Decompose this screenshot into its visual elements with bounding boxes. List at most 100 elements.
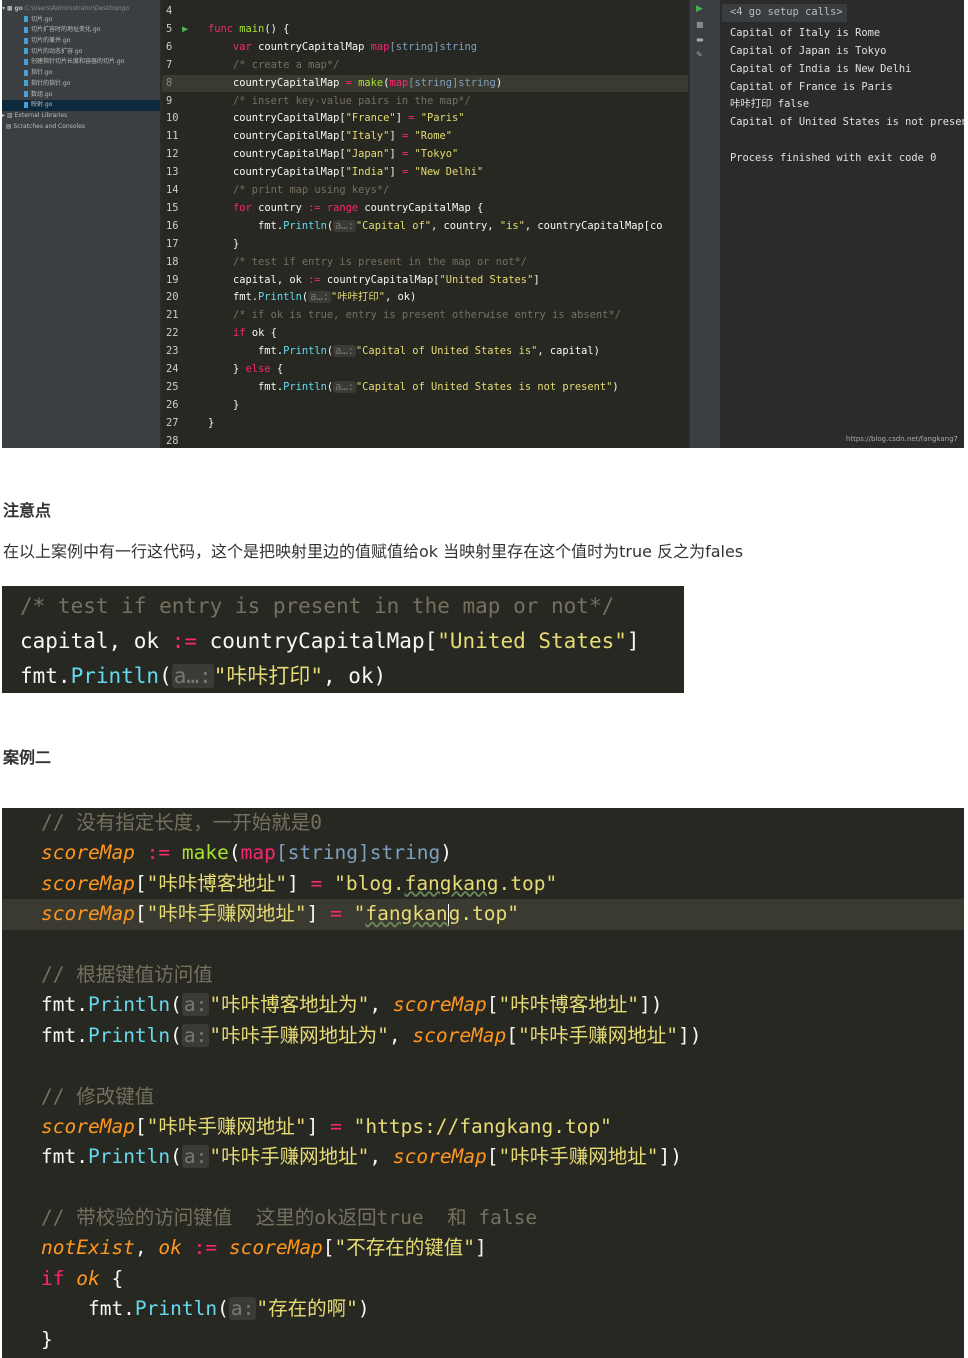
comment-token: // 修改键值 xyxy=(41,1084,155,1108)
keyword-token: := range xyxy=(308,201,365,214)
output-line: 咔咔打印 false xyxy=(730,98,810,111)
code-token: [ xyxy=(322,1236,335,1260)
output-line: Capital of France is Paris xyxy=(730,80,893,93)
line-number: 16 xyxy=(166,219,179,232)
line-number: 10 xyxy=(166,112,179,125)
line-number: 13 xyxy=(166,166,179,179)
file-name: 指针.go xyxy=(31,69,53,77)
string-token: "咔咔博客地址" xyxy=(498,993,640,1017)
code-token: ) xyxy=(495,76,503,89)
keyword-token: = xyxy=(345,76,359,89)
param-hint: a…: xyxy=(308,291,331,304)
string-token: fangkan xyxy=(365,902,448,926)
tree-external-libraries[interactable]: ▸ ▥ External Libraries xyxy=(2,111,160,122)
code-line: // 修改键值 xyxy=(2,1082,964,1112)
file-name: 切片的兼并.go xyxy=(31,37,71,45)
code-token: fmt. xyxy=(41,993,88,1017)
tree-file[interactable]: 创建指针切片长度和容器的切片.go xyxy=(2,57,160,68)
param-hint: a: xyxy=(181,1023,210,1047)
param-hint: a…: xyxy=(333,345,356,358)
tree-file[interactable]: 切片的兼并.go xyxy=(2,36,160,47)
variable-token: scoreMap xyxy=(41,902,135,926)
tree-file[interactable]: 切片扩容时的地址变化.go xyxy=(2,25,160,36)
file-name: 指针的指针.go xyxy=(31,79,71,87)
comment-token: /* print map using keys*/ xyxy=(233,184,390,196)
fold-setup-calls[interactable]: <4 go setup calls> xyxy=(722,4,847,22)
variable-token: scoreMap xyxy=(41,871,135,895)
line-number: 25 xyxy=(166,380,179,393)
pin-icon[interactable]: ✎ xyxy=(690,44,720,59)
variable-token: scoreMap xyxy=(41,1114,135,1138)
string-token: "Capital of United States is not present… xyxy=(355,380,613,393)
code-example-two: // 没有指定长度，一开始就是0 scoreMap := make(map[str… xyxy=(2,808,964,1358)
line-number: 23 xyxy=(166,345,179,358)
type-token: [string]string xyxy=(389,40,478,53)
file-name: 切片扩容时的地址变化.go xyxy=(31,26,101,34)
run-gutter-icon[interactable]: ▶ xyxy=(182,23,188,35)
code-token: fmt. xyxy=(208,380,284,393)
code-line: 6 var countryCapitalMap map[string]strin… xyxy=(162,39,688,57)
run-icon[interactable]: ▶ xyxy=(690,0,720,14)
keyword-token: := xyxy=(146,841,182,865)
code-line: 9 /* insert key-value pairs in the map*/ xyxy=(162,93,688,111)
tree-file[interactable]: 指针的指针.go xyxy=(2,79,160,90)
code-token: fmt. xyxy=(41,1023,88,1047)
go-file-icon xyxy=(24,48,28,55)
tree-root[interactable]: ▾ ■ go C:\Users\Administrator\Desktop\go xyxy=(2,4,160,15)
tree-file[interactable]: 数组.go xyxy=(2,90,160,101)
code-token: ok { xyxy=(251,327,277,340)
variable-token: scoreMap xyxy=(392,1145,487,1169)
tree-file[interactable]: 切片.go xyxy=(2,15,160,26)
line-number: 12 xyxy=(166,148,179,161)
code-token: countryCapitalMap[ xyxy=(208,112,346,125)
file-name: 创建指针切片长度和容器的切片.go xyxy=(31,58,125,66)
keyword-token: := xyxy=(171,629,210,653)
string-token: "咔咔打印" xyxy=(330,291,385,304)
code-editor[interactable]: 4 5 ▶ func main() {6 var countryCapitalMap … xyxy=(162,0,688,448)
string-token: "Italy" xyxy=(345,130,390,143)
line-number: 18 xyxy=(166,255,179,268)
keyword-token: = xyxy=(401,148,415,161)
keyword-token: = xyxy=(401,166,415,179)
code-line: 11 countryCapitalMap["Italy"] = "Rome" xyxy=(162,128,688,146)
string-token: "不存在的键值" xyxy=(334,1236,476,1260)
code-token: { xyxy=(111,1266,124,1290)
output-line: Capital of India is New Delhi xyxy=(730,62,912,75)
code-token: [ xyxy=(134,871,147,895)
tree-file[interactable]: 切片的动态扩容.go xyxy=(2,47,160,58)
code-token: [ xyxy=(134,1114,147,1138)
string-token: "United States" xyxy=(439,273,534,286)
string-token: "咔咔手赚网地址" xyxy=(498,1145,659,1169)
tree-file[interactable]: 映射.go xyxy=(2,100,160,111)
code-token: countryCapitalMap { xyxy=(364,201,484,214)
string-token: "Capital of United States is" xyxy=(355,345,538,358)
comment-token: /* test if entry is present in the map o… xyxy=(233,255,528,268)
file-name: 映射.go xyxy=(31,101,53,109)
code-token: [ xyxy=(486,993,499,1017)
variable-token: scoreMap xyxy=(412,1023,507,1047)
tree-file[interactable]: 指针.go xyxy=(2,68,160,79)
code-line: fmt.Println(a…:"咔咔打印", ok) xyxy=(20,659,684,694)
line-number: 26 xyxy=(166,398,179,411)
code-line: 22 if ok { xyxy=(162,325,688,343)
line-number: 6 xyxy=(166,40,173,53)
ide-screenshot: ▾ ■ go C:\Users\Administrator\Desktop\go… xyxy=(2,0,964,448)
code-line: /* test if entry is present in the map o… xyxy=(20,589,684,624)
code-line: 24 } else { xyxy=(162,361,688,379)
builtin-token: Println xyxy=(283,380,327,393)
code-token: country xyxy=(258,201,309,214)
code-token: } xyxy=(41,1327,53,1351)
builtin-token: Println xyxy=(283,219,327,232)
layout-icon[interactable]: ▬ xyxy=(690,29,720,44)
keyword-token: map xyxy=(389,76,409,89)
stop-icon[interactable]: ■ xyxy=(690,14,720,29)
code-line: 5 ▶ func main() { xyxy=(162,21,688,39)
keyword-token: = xyxy=(401,130,415,143)
project-tree: ▾ ■ go C:\Users\Administrator\Desktop\go… xyxy=(2,0,160,448)
keyword-token: = xyxy=(330,902,354,926)
tree-scratches[interactable]: ▤ Scratches and Consoles xyxy=(2,122,160,133)
code-token: countryCapitalMap xyxy=(258,40,371,53)
comment-token: /* if ok is true, entry is present other… xyxy=(233,309,621,322)
